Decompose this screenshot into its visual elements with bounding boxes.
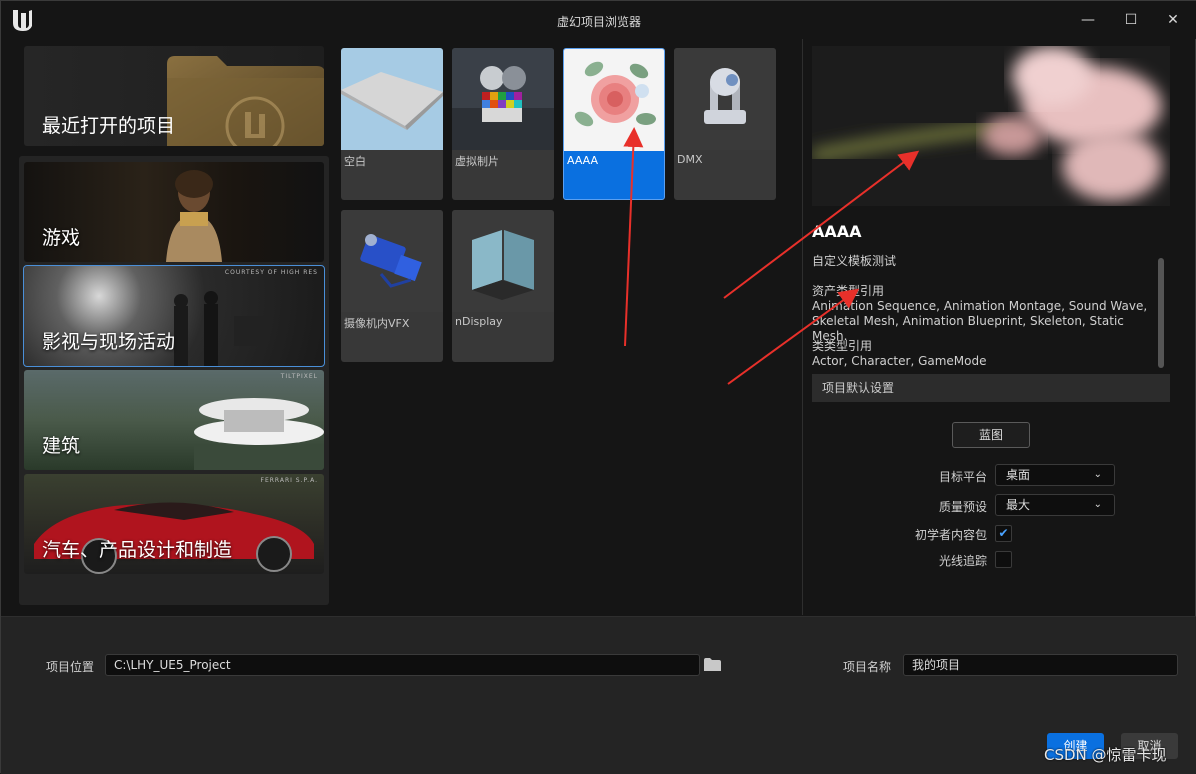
category-automotive[interactable]: FERRARI S.P.A. 汽车、产品设计和制造 — [24, 474, 324, 574]
category-games[interactable]: 游戏 — [24, 162, 324, 262]
quality-preset-label: 质量预设 — [938, 500, 987, 514]
target-platform-label: 目标平台 — [938, 470, 987, 484]
template-label: 空白 — [344, 155, 366, 168]
category-automotive-credit: FERRARI S.P.A. — [260, 477, 318, 484]
category-film-credit: COURTESY OF HIGH RES — [224, 269, 318, 276]
asset-types-list: Animation Sequence, Animation Montage, S… — [812, 299, 1148, 343]
project-name-input[interactable]: 我的项目 — [903, 654, 1178, 676]
template-virtual-production[interactable]: 虚拟制片 — [452, 48, 554, 200]
checkmark-icon: ✔ — [998, 526, 1009, 540]
project-name-label: 项目名称 — [843, 660, 892, 674]
template-label: nDisplay — [455, 315, 503, 328]
category-film[interactable]: COURTESY OF HIGH RES 影视与现场活动 — [23, 265, 325, 367]
recent-projects-category[interactable]: 最近打开的项目 — [24, 46, 324, 146]
template-dmx[interactable]: DMX — [674, 48, 776, 200]
raytracing-checkbox[interactable] — [995, 551, 1012, 568]
recent-projects-label: 最近打开的项目 — [42, 115, 176, 137]
games-artwork — [166, 170, 222, 262]
target-platform-value: 桌面 — [1006, 468, 1031, 482]
template-description: 自定义模板测试 — [812, 254, 897, 268]
maximize-button[interactable]: ☐ — [1118, 9, 1144, 31]
project-location-input[interactable]: C:\LHY_UE5_Project — [105, 654, 700, 676]
flower-preview-artwork — [812, 46, 1162, 201]
quality-preset-select[interactable]: 最大 ⌄ — [995, 494, 1115, 516]
chevron-down-icon: ⌄ — [1093, 499, 1102, 510]
film-artwork — [174, 291, 264, 366]
template-ndisplay[interactable]: nDisplay — [452, 210, 554, 362]
template-icvfx[interactable]: 摄像机内VFX — [341, 210, 443, 362]
class-types-list: Actor, Character, GameMode — [812, 354, 987, 368]
class-types-heading: 类类型引用 — [812, 339, 873, 353]
template-preview-image — [812, 46, 1170, 206]
starter-content-label: 初学者内容包 — [914, 528, 987, 542]
dmx-template-thumbnail — [674, 48, 776, 150]
icvfx-template-thumbnail — [341, 210, 443, 312]
template-title: AAAA — [812, 222, 862, 241]
template-label: AAAA — [567, 154, 599, 167]
template-label: DMX — [677, 153, 703, 166]
watermark: CSDN @惊雷卡现 — [1044, 746, 1167, 764]
architecture-artwork — [194, 398, 324, 470]
category-film-label: 影视与现场活动 — [42, 331, 176, 353]
minimize-button[interactable]: — — [1075, 9, 1101, 31]
blank-template-thumbnail — [341, 48, 443, 150]
virtual-production-thumbnail — [452, 48, 554, 150]
blueprint-button[interactable]: 蓝图 — [952, 422, 1030, 448]
bottom-bar — [1, 617, 1196, 774]
template-aaaa[interactable]: AAAA — [563, 48, 665, 200]
close-button[interactable]: ✕ — [1160, 9, 1186, 31]
chevron-down-icon: ⌄ — [1093, 469, 1102, 480]
folder-browse-icon[interactable] — [704, 658, 721, 671]
target-platform-select[interactable]: 桌面 ⌄ — [995, 464, 1115, 486]
project-location-label: 项目位置 — [46, 660, 95, 674]
category-automotive-label: 汽车、产品设计和制造 — [42, 539, 233, 561]
project-browser-window: 虚幻项目浏览器 — ☐ ✕ 最近打开的项目 游戏 COURTESY OF HIG… — [0, 0, 1196, 774]
quality-preset-value: 最大 — [1006, 498, 1031, 512]
panel-divider — [802, 39, 803, 615]
title-bar: 虚幻项目浏览器 — ☐ ✕ — [1, 1, 1196, 39]
folder-icon — [167, 56, 324, 146]
template-blank[interactable]: 空白 — [341, 48, 443, 200]
project-defaults-section[interactable]: 项目默认设置 — [812, 374, 1170, 402]
details-scrollbar[interactable] — [1158, 258, 1164, 368]
category-architecture-label: 建筑 — [42, 435, 81, 457]
ndisplay-template-thumbnail — [452, 210, 554, 312]
asset-types-heading: 资产类型引用 — [812, 284, 885, 298]
category-architecture[interactable]: TILTPIXEL 建筑 — [24, 370, 324, 470]
aaaa-template-thumbnail — [564, 49, 664, 151]
template-label: 虚拟制片 — [455, 155, 499, 168]
starter-content-checkbox[interactable]: ✔ — [995, 525, 1012, 542]
raytracing-label: 光线追踪 — [938, 554, 987, 568]
window-title: 虚幻项目浏览器 — [556, 15, 641, 29]
category-games-label: 游戏 — [42, 227, 81, 249]
template-label: 摄像机内VFX — [344, 317, 410, 330]
